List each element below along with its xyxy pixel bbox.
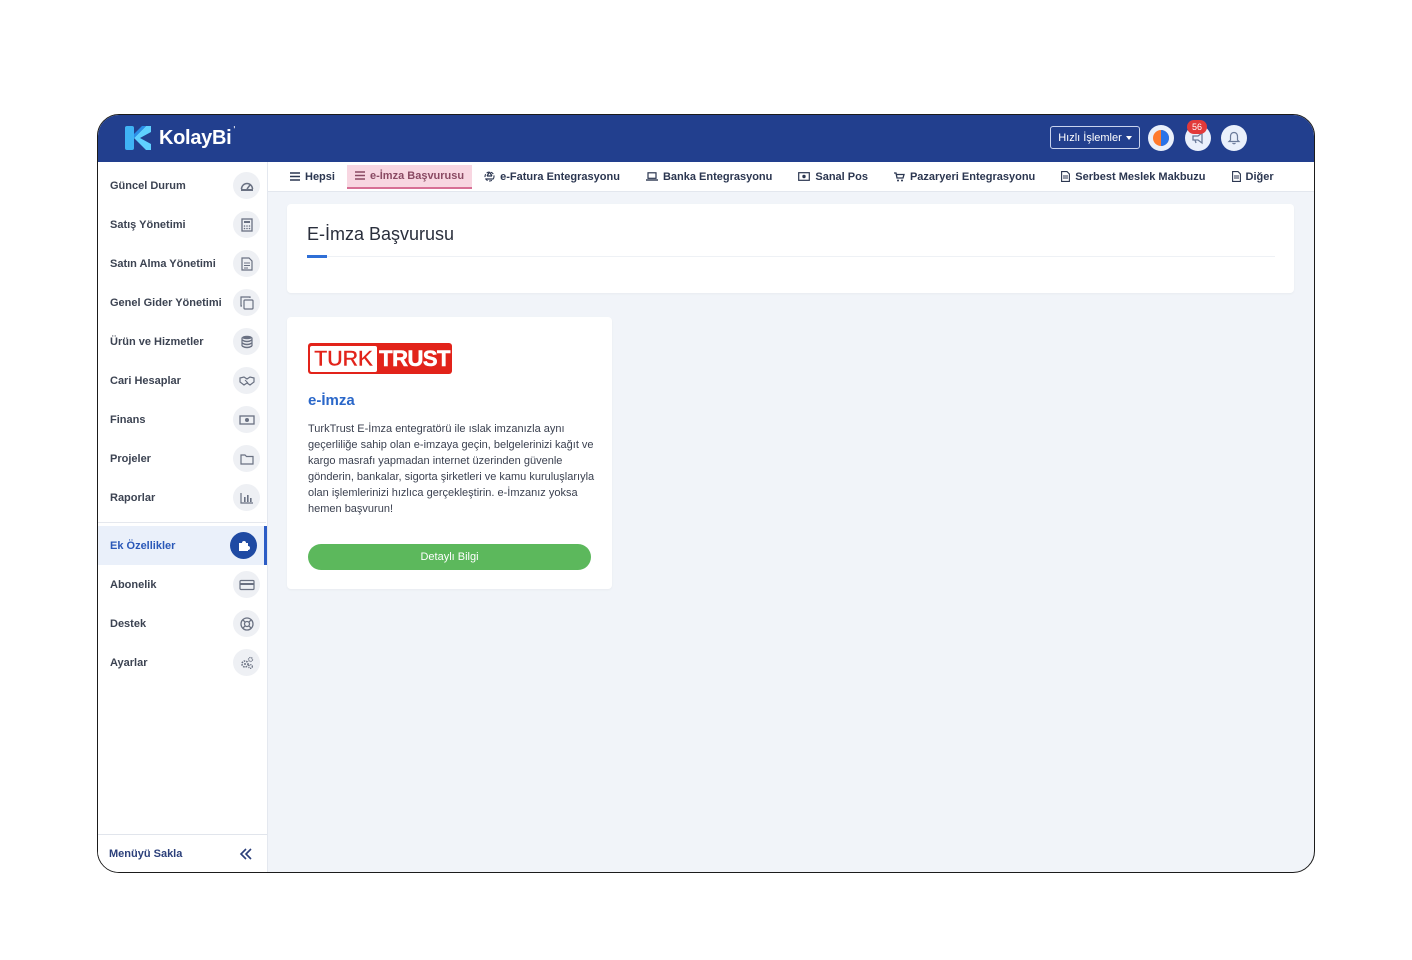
list-icon [290, 172, 300, 181]
card-title: e-İmza [308, 392, 355, 409]
file-icon [1061, 171, 1071, 182]
app-switcher-button[interactable] [1148, 125, 1174, 151]
tab-label: Pazaryeri Entegrasyonu [909, 170, 1036, 183]
sidebar-item-label: Destek [110, 617, 147, 630]
tab-label: Sanal Pos [815, 170, 868, 183]
copy-icon [233, 289, 260, 316]
brand-mark: ' [233, 124, 236, 136]
document-icon [233, 250, 260, 277]
sidebar-item-ek-ozellikler[interactable]: Ek Özellikler [98, 526, 267, 565]
tab-label: Hepsi [305, 170, 335, 183]
quick-actions-dropdown[interactable]: Hızlı İşlemler [1050, 126, 1140, 149]
bar-chart-icon [233, 484, 260, 511]
tab-label: Banka Entegrasyonu [662, 170, 773, 183]
sidebar-item-label: Güncel Durum [110, 179, 186, 192]
sidebar-item-destek[interactable]: Destek [98, 604, 267, 643]
brand-name: KolayBi [159, 126, 232, 149]
sidebar-item-genel-gider[interactable]: Genel Gider Yönetimi [98, 283, 267, 322]
brand-logo[interactable]: KolayBi ' [125, 124, 241, 150]
title-divider [307, 256, 1275, 257]
feature-tabs: Hepsi e-İmza Başvurusu e-Fatura Entegras… [268, 162, 1314, 192]
quick-actions-label: Hızlı İşlemler [1058, 131, 1122, 144]
handshake-icon [233, 367, 260, 394]
sidebar-item-abonelik[interactable]: Abonelik [98, 565, 267, 604]
sidebar-item-label: Cari Hesaplar [110, 374, 181, 387]
sidebar-item-label: Satış Yönetimi [110, 218, 186, 231]
file-icon [1231, 171, 1241, 182]
card-description: TurkTrust E-İmza entegratörü ile ıslak i… [308, 423, 595, 515]
tab-pazaryeri[interactable]: Pazaryeri Entegrasyonu [886, 165, 1043, 189]
notification-badge: 56 [1187, 120, 1207, 134]
tab-hepsi[interactable]: Hepsi [282, 165, 343, 189]
details-button[interactable]: Detaylı Bilgi [308, 544, 591, 570]
sidebar-item-guncel-durum[interactable]: Güncel Durum [98, 166, 267, 205]
tab-e-fatura[interactable]: e-Fatura Entegrasyonu [476, 165, 628, 189]
sidebar-item-label: Abonelik [110, 578, 157, 591]
credit-card-icon [233, 571, 260, 598]
sidebar-item-label: Genel Gider Yönetimi [110, 296, 222, 309]
sidebar-item-label: Finans [110, 413, 146, 426]
sidebar-item-ayarlar[interactable]: Ayarlar [98, 643, 267, 682]
sidebar-item-label: Ürün ve Hizmetler [110, 335, 204, 348]
tab-diger[interactable]: Diğer [1224, 165, 1282, 189]
logo-text-left: TURK [310, 345, 378, 372]
turktrust-logo: TURK TRUST [308, 343, 452, 374]
kolaybi-logo-icon [125, 126, 151, 150]
tab-label: e-İmza Başvurusu [369, 169, 465, 182]
sidebar-item-satin-alma[interactable]: Satın Alma Yönetimi [98, 244, 267, 283]
collapse-menu-label: Menüyü Sakla [109, 847, 183, 860]
cart-icon [893, 171, 905, 181]
title-accent-bar [307, 255, 327, 258]
sidebar-item-label: Projeler [110, 452, 151, 465]
sidebar-item-projeler[interactable]: Projeler [98, 439, 267, 478]
sidebar-item-label: Ek Özellikler [110, 539, 176, 552]
sidebar-item-urun-hizmetler[interactable]: Ürün ve Hizmetler [98, 322, 267, 361]
tab-banka-entegrasyonu[interactable]: Banka Entegrasyonu [638, 165, 780, 189]
bell-icon [1227, 131, 1241, 145]
money-icon [798, 172, 811, 181]
database-icon [233, 328, 260, 355]
laptop-icon [645, 172, 658, 181]
lifebuoy-icon [233, 610, 260, 637]
puzzle-icon [230, 532, 257, 559]
caret-down-icon [1125, 135, 1132, 140]
money-icon [233, 406, 260, 433]
dashboard-icon [233, 172, 260, 199]
sidebar-item-label: Raporlar [110, 491, 156, 504]
sidebar-item-raporlar[interactable]: Raporlar [98, 478, 267, 517]
tab-serbest-meslek[interactable]: Serbest Meslek Makbuzu [1053, 165, 1213, 189]
sidebar-divider [98, 522, 266, 523]
tab-sanal-pos[interactable]: Sanal Pos [790, 165, 876, 189]
list-icon [354, 171, 365, 180]
top-bar: KolayBi ' Hızlı İşlemler 56 [98, 115, 1314, 162]
folder-icon [233, 445, 260, 472]
page-header-card: E-İmza Başvurusu [287, 204, 1294, 293]
calculator-icon [233, 211, 260, 238]
tab-label: e-Fatura Entegrasyonu [500, 170, 620, 183]
tab-e-imza-basvurusu[interactable]: e-İmza Başvurusu [346, 164, 473, 189]
double-chevron-left-icon [239, 847, 252, 860]
collapse-menu-button[interactable]: Menüyü Sakla [98, 834, 267, 872]
cogs-icon [233, 649, 260, 676]
page-title: E-İmza Başvurusu [307, 224, 455, 244]
app-logo-icon [1153, 130, 1169, 146]
notifications-button[interactable] [1221, 125, 1247, 151]
recycle-icon [484, 171, 495, 182]
tab-label: Serbest Meslek Makbuzu [1075, 170, 1206, 183]
sidebar-item-label: Satın Alma Yönetimi [110, 257, 216, 270]
app-window: KolayBi ' Hızlı İşlemler 56 Güncel Durum… [97, 114, 1315, 873]
sidebar-item-cari-hesaplar[interactable]: Cari Hesaplar [98, 361, 267, 400]
sidebar-item-finans[interactable]: Finans [98, 400, 267, 439]
sidebar: Güncel Durum Satış Yönetimi Satın Alma Y… [98, 162, 268, 872]
sidebar-item-label: Ayarlar [110, 656, 148, 669]
sidebar-item-satis-yonetimi[interactable]: Satış Yönetimi [98, 205, 267, 244]
tab-label: Diğer [1245, 170, 1274, 183]
logo-text-right: TRUST [379, 345, 451, 371]
feature-card-e-imza: TURK TRUST e-İmza TurkTrust E-İmza enteg… [287, 317, 612, 589]
